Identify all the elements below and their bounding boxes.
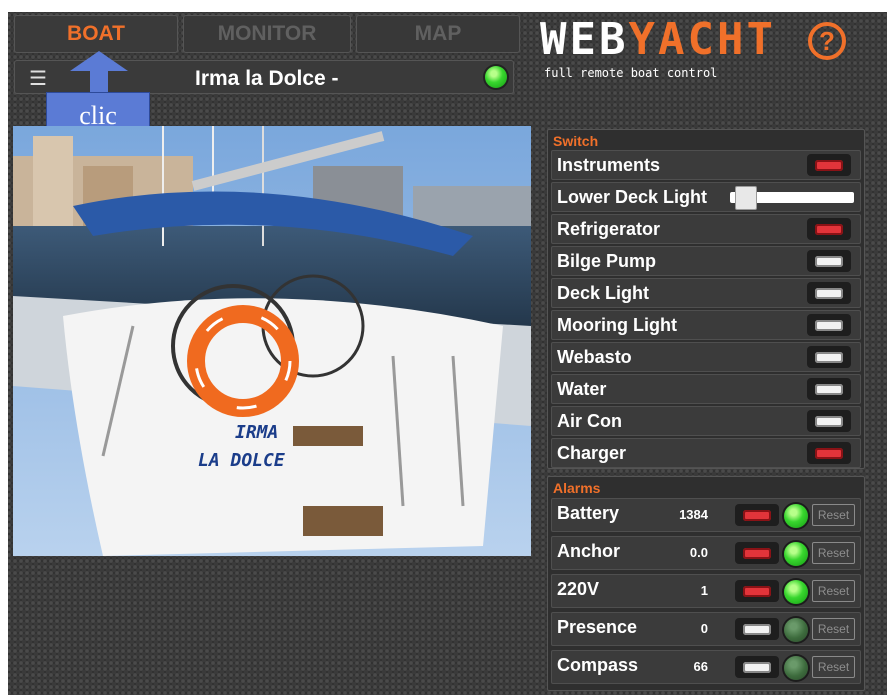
logo-tagline: full remote boat control xyxy=(544,66,718,80)
alarm-row-220v: 220V 1 Reset xyxy=(551,574,861,608)
webasto-toggle[interactable] xyxy=(807,346,851,368)
switch-label: Air Con xyxy=(557,411,622,431)
reset-button[interactable]: Reset xyxy=(812,580,855,602)
alarm-row-compass: Compass 66 Reset xyxy=(551,650,861,684)
switch-row-mooring-light: Mooring Light xyxy=(551,310,861,340)
reset-button[interactable]: Reset xyxy=(812,656,855,678)
compass-alarm-toggle[interactable] xyxy=(735,656,779,678)
alarm-value: 66 xyxy=(693,659,708,674)
anchor-alarm-toggle[interactable] xyxy=(735,542,779,564)
switch-row-deck-light: Deck Light xyxy=(551,278,861,308)
hull-name-line2: LA DOLCE xyxy=(198,450,285,471)
logo-yacht: YACHT xyxy=(628,14,776,65)
alarm-label: Presence xyxy=(557,617,638,637)
switch-label: Charger xyxy=(557,443,627,463)
alarm-row-presence: Presence 0 Reset xyxy=(551,612,861,646)
switch-row-charger: Charger xyxy=(551,438,861,468)
menu-icon[interactable]: ☰ xyxy=(29,66,47,91)
alarm-panel: Alarms Battery 1384 Reset Anchor 0.0 Res… xyxy=(547,476,865,691)
alarm-label: Anchor xyxy=(557,541,620,561)
switch-row-water: Water xyxy=(551,374,861,404)
instruments-toggle[interactable] xyxy=(807,154,851,176)
lower-deck-light-slider[interactable] xyxy=(730,186,854,210)
alarm-label: Battery xyxy=(557,503,620,523)
switch-row-webasto: Webasto xyxy=(551,342,861,372)
help-icon[interactable]: ? xyxy=(808,22,846,60)
air-con-toggle[interactable] xyxy=(807,410,851,432)
alarm-value: 1 xyxy=(700,583,708,598)
220v-alarm-toggle[interactable] xyxy=(735,580,779,602)
alarm-status-led xyxy=(784,656,808,680)
battery-alarm-toggle[interactable] xyxy=(735,504,779,526)
hull-name-line1: IRMA xyxy=(235,422,278,443)
presence-alarm-toggle[interactable] xyxy=(735,618,779,640)
switch-label: Refrigerator xyxy=(557,219,661,239)
alarm-panel-title: Alarms xyxy=(553,480,601,496)
switch-row-air-con: Air Con xyxy=(551,406,861,436)
alarm-status-led xyxy=(784,618,808,642)
connection-status-led xyxy=(485,66,507,88)
mooring-light-toggle[interactable] xyxy=(807,314,851,336)
reset-button[interactable]: Reset xyxy=(812,618,855,640)
alarm-value: 1384 xyxy=(679,507,708,522)
tab-map[interactable]: MAP xyxy=(356,15,520,53)
switch-panel: Switch Instruments Lower Deck Light Refr… xyxy=(547,129,865,469)
top-edge xyxy=(0,0,887,12)
switch-row-bilge-pump: Bilge Pump xyxy=(551,246,861,276)
charger-toggle[interactable] xyxy=(807,442,851,464)
switch-label: Bilge Pump xyxy=(557,251,657,271)
alarm-label: Compass xyxy=(557,655,639,675)
alarm-value: 0 xyxy=(700,621,708,636)
switch-label: Lower Deck Light xyxy=(557,187,708,207)
deck-light-toggle[interactable] xyxy=(807,282,851,304)
switch-label: Deck Light xyxy=(557,283,650,303)
tab-boat[interactable]: BOAT xyxy=(14,15,178,53)
switch-panel-title: Switch xyxy=(553,133,599,149)
alarm-row-anchor: Anchor 0.0 Reset xyxy=(551,536,861,570)
left-edge xyxy=(0,0,8,695)
switch-label: Mooring Light xyxy=(557,315,677,335)
logo-web: WEB xyxy=(540,14,629,65)
boat-name: Irma la Dolce - xyxy=(195,67,339,90)
boat-photo: IRMA LA DOLCE xyxy=(13,126,531,556)
water-toggle[interactable] xyxy=(807,378,851,400)
slider-thumb[interactable] xyxy=(735,186,757,210)
switch-label: Water xyxy=(557,379,607,399)
webyacht-logo: WEBYACHT ? full remote boat control xyxy=(540,18,880,88)
annotation-arrow-stem xyxy=(90,70,108,94)
reset-button[interactable]: Reset xyxy=(812,504,855,526)
switch-label: Instruments xyxy=(557,155,661,175)
alarm-status-led xyxy=(784,504,808,528)
tab-monitor[interactable]: MONITOR xyxy=(183,15,351,53)
alarm-value: 0.0 xyxy=(689,545,708,560)
switch-row-refrigerator: Refrigerator xyxy=(551,214,861,244)
alarm-status-led xyxy=(784,542,808,566)
bilge-pump-toggle[interactable] xyxy=(807,250,851,272)
switch-row-lower-deck-light: Lower Deck Light xyxy=(551,182,861,212)
switch-label: Webasto xyxy=(557,347,632,367)
logo-wordmark: WEBYACHT xyxy=(540,18,776,62)
alarm-status-led xyxy=(784,580,808,604)
reset-button[interactable]: Reset xyxy=(812,542,855,564)
alarm-label: 220V xyxy=(557,579,600,599)
switch-row-instruments: Instruments xyxy=(551,150,861,180)
alarm-row-battery: Battery 1384 Reset xyxy=(551,498,861,532)
annotation-arrow-icon xyxy=(70,51,128,71)
refrigerator-toggle[interactable] xyxy=(807,218,851,240)
